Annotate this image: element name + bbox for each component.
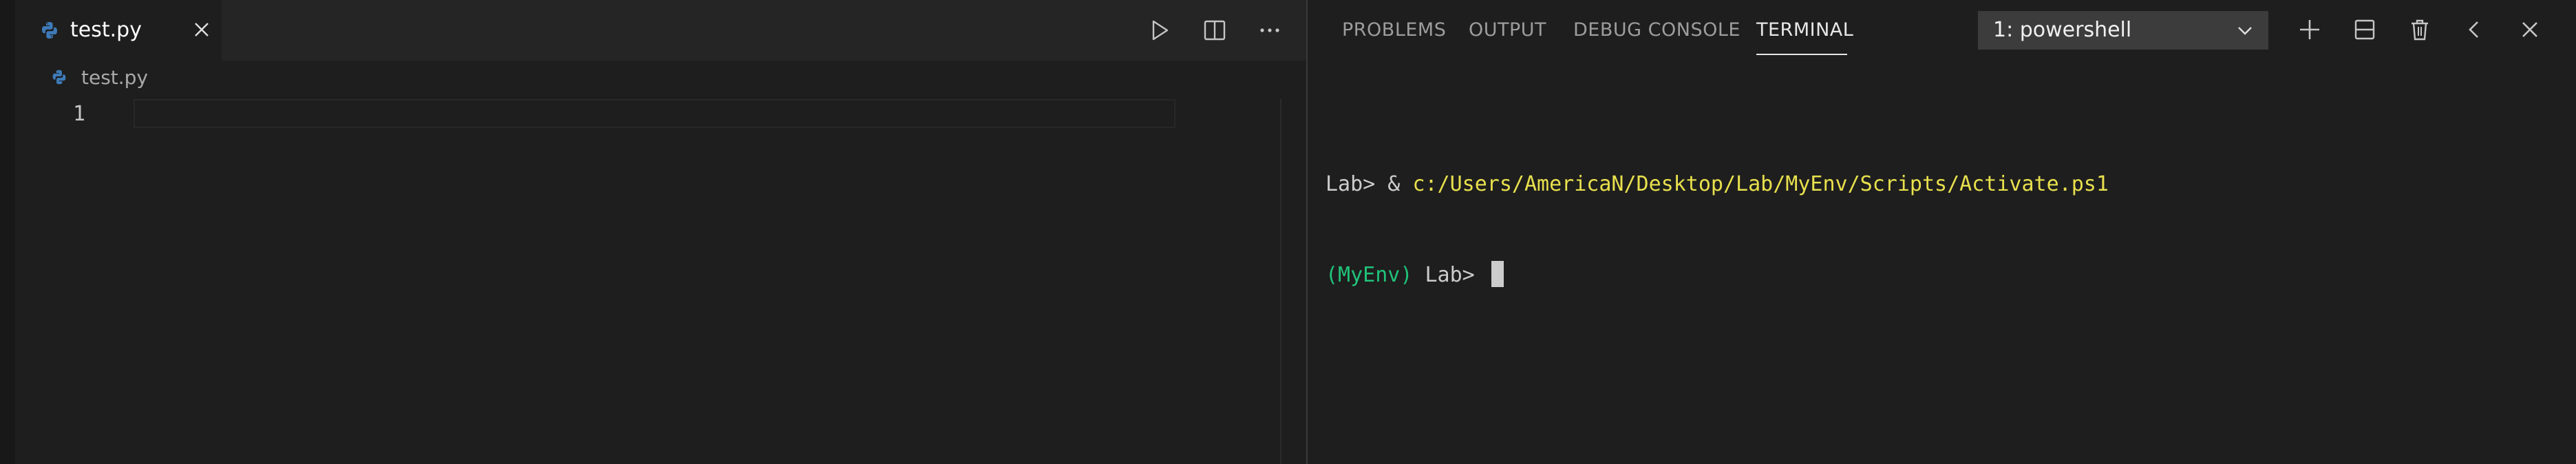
editor-tab-test-py[interactable]: test.py	[15, 0, 222, 61]
close-panel-icon[interactable]	[2516, 16, 2544, 43]
run-icon[interactable]	[1148, 19, 1171, 42]
terminal-prompt: Lab>	[1412, 263, 1487, 287]
kill-terminal-icon[interactable]	[2406, 16, 2434, 43]
breadcrumb-file-label[interactable]: test.py	[81, 66, 148, 89]
terminal-prompt: Lab> &	[1326, 172, 1413, 196]
editor-actions	[1129, 0, 1308, 61]
editor-tab-bar: test.py	[15, 0, 1308, 61]
terminal-output[interactable]: Lab> & c:/Users/AmericaN/Desktop/Lab/MyE…	[1326, 109, 2109, 351]
tab-label: test.py	[70, 18, 142, 42]
close-icon[interactable]	[193, 21, 211, 39]
terminal-selector[interactable]: 1: powershell	[1978, 11, 2268, 50]
line-number: 1	[73, 102, 86, 126]
active-tab-indicator	[1756, 54, 1847, 55]
new-terminal-icon[interactable]	[2296, 16, 2323, 43]
tab-output[interactable]: OUTPUT	[1469, 19, 1546, 41]
virtualenv-name: (MyEnv)	[1326, 263, 1413, 287]
more-actions-icon[interactable]	[1258, 19, 1281, 42]
maximize-panel-icon[interactable]	[2461, 16, 2489, 43]
code-line-1[interactable]	[134, 99, 1175, 128]
bottom-panel: PROBLEMS OUTPUT DEBUG CONSOLE TERMINAL 1…	[1308, 0, 2576, 464]
terminal-line-1: Lab> & c:/Users/AmericaN/Desktop/Lab/MyE…	[1326, 169, 2109, 200]
panel-tab-bar: PROBLEMS OUTPUT DEBUG CONSOLE TERMINAL 1…	[1308, 0, 2576, 61]
editor-group: test.py test.py 1	[15, 0, 1308, 464]
python-icon[interactable]	[51, 69, 67, 85]
terminal-selector-value: 1: powershell	[1993, 18, 2132, 42]
activate-script-path: c:/Users/AmericaN/Desktop/Lab/MyEnv/Scri…	[1412, 172, 2109, 196]
python-icon	[40, 21, 59, 40]
minimap-divider	[1280, 99, 1281, 464]
terminal-cursor	[1491, 261, 1504, 287]
tab-problems[interactable]: PROBLEMS	[1342, 19, 1446, 41]
breadcrumb	[15, 61, 1308, 102]
split-editor-icon[interactable]	[1203, 19, 1226, 42]
split-terminal-icon[interactable]	[2351, 16, 2378, 43]
tab-terminal[interactable]: TERMINAL	[1756, 19, 1853, 41]
terminal-line-2: (MyEnv) Lab>	[1326, 260, 2109, 291]
tab-debug-console[interactable]: DEBUG CONSOLE	[1573, 19, 1741, 41]
chevron-down-icon	[2237, 22, 2253, 39]
activity-bar-edge	[0, 0, 15, 464]
